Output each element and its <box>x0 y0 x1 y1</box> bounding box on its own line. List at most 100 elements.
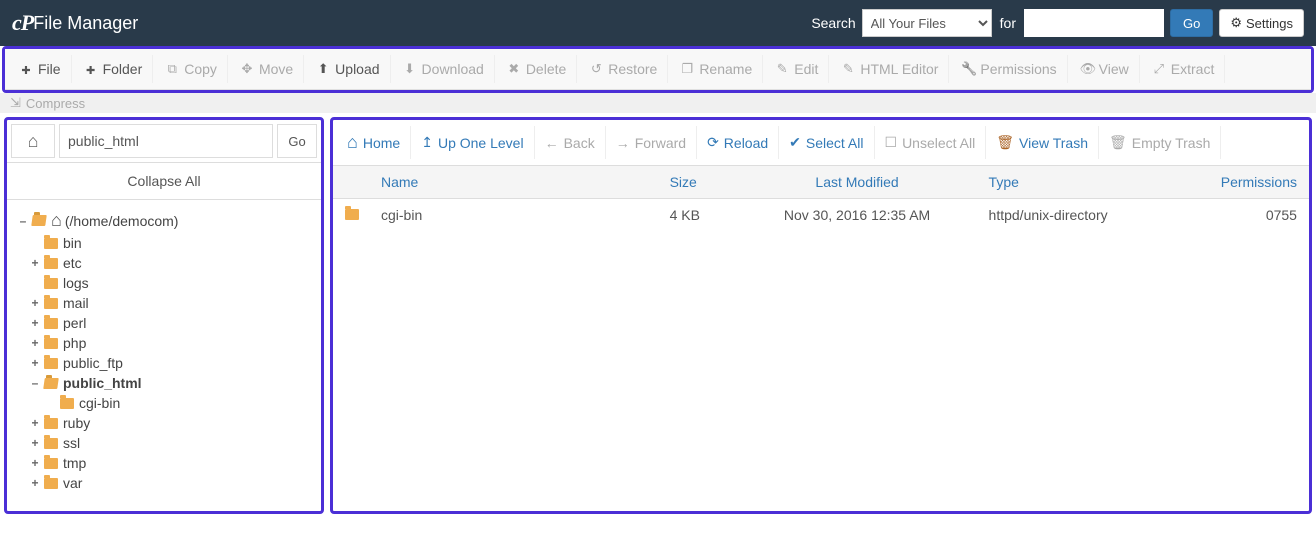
reload-icon <box>707 134 719 151</box>
view-button[interactable]: View <box>1070 55 1140 83</box>
expander-icon[interactable]: + <box>29 296 41 310</box>
view-trash-button[interactable]: View Trash <box>986 126 1099 159</box>
permissions-button[interactable]: Permissions <box>951 55 1067 83</box>
col-name[interactable]: Name <box>369 166 658 198</box>
html-editor-button[interactable]: HTML Editor <box>831 55 949 83</box>
restore-button[interactable]: Restore <box>579 55 668 83</box>
folder-open-icon <box>43 378 59 389</box>
edit-icon <box>775 61 789 77</box>
tree-item-perl[interactable]: +perl <box>29 313 315 333</box>
search-scope-select[interactable]: All Your Files <box>862 9 992 37</box>
expander-icon[interactable]: – <box>17 214 29 228</box>
toolbar: File Folder Copy Move Upload Download De… <box>5 49 1311 90</box>
tree-item-label: tmp <box>63 455 86 471</box>
tree-item-php[interactable]: +php <box>29 333 315 353</box>
tree-root-label: (/home/democom) <box>65 213 179 229</box>
tree-item-bin[interactable]: bin <box>29 233 315 253</box>
gear-icon <box>1230 15 1242 31</box>
uncheck-icon <box>885 134 898 151</box>
tree-item-label: public_ftp <box>63 355 123 371</box>
path-input[interactable] <box>59 124 273 158</box>
app-title: File Manager <box>33 13 138 34</box>
col-type[interactable]: Type <box>977 166 1199 198</box>
folder-icon <box>44 238 58 249</box>
new-file-button[interactable]: File <box>9 55 72 83</box>
back-icon <box>545 135 559 151</box>
col-permissions[interactable]: Permissions <box>1199 166 1309 198</box>
expander-icon[interactable]: + <box>29 436 41 450</box>
search-input[interactable] <box>1024 9 1164 37</box>
upload-button[interactable]: Upload <box>306 55 390 83</box>
home-button[interactable]: Home <box>337 126 411 159</box>
path-go-button[interactable]: Go <box>277 124 317 158</box>
cell-size: 4 KB <box>658 199 738 231</box>
plus-icon <box>19 62 33 77</box>
tree-item-public_html[interactable]: –public_html <box>29 373 315 393</box>
expander-icon[interactable]: + <box>29 336 41 350</box>
tree-item-mail[interactable]: + mail <box>29 293 315 313</box>
plus-icon <box>84 62 98 77</box>
forward-button[interactable]: Forward <box>606 126 697 159</box>
edit-button[interactable]: Edit <box>765 55 829 83</box>
extract-button[interactable]: Extract <box>1142 55 1226 83</box>
folder-icon <box>345 209 359 220</box>
expander-icon[interactable]: + <box>29 356 41 370</box>
tree-item-label: var <box>63 475 82 491</box>
folder-icon <box>44 418 58 429</box>
expander-icon[interactable]: + <box>29 256 41 270</box>
tree-root[interactable]: – (/home/democom) <box>17 208 315 233</box>
tree-item-label: ruby <box>63 415 90 431</box>
rename-button[interactable]: Rename <box>670 55 763 83</box>
collapse-all-button[interactable]: Collapse All <box>7 163 321 200</box>
up-one-level-button[interactable]: Up One Level <box>411 126 534 159</box>
unselect-all-button[interactable]: Unselect All <box>875 126 987 159</box>
select-all-button[interactable]: Select All <box>779 126 874 159</box>
delete-icon <box>507 61 521 77</box>
tree-item-var[interactable]: + var <box>29 473 315 493</box>
move-button[interactable]: Move <box>230 55 304 83</box>
upload-icon <box>316 61 330 77</box>
main-area: Go Collapse All – (/home/democom) bin +et… <box>0 113 1316 518</box>
empty-trash-button[interactable]: Empty Trash <box>1099 126 1221 159</box>
reload-button[interactable]: Reload <box>697 126 779 159</box>
folder-icon <box>44 358 58 369</box>
tree-item-label: bin <box>63 235 82 251</box>
settings-label: Settings <box>1246 16 1293 31</box>
download-button[interactable]: Download <box>393 55 495 83</box>
tree-item-public_ftp[interactable]: + public_ftp <box>29 353 315 373</box>
restore-icon <box>589 61 603 77</box>
tree-item-label: mail <box>63 295 89 311</box>
delete-button[interactable]: Delete <box>497 55 577 83</box>
html-editor-icon <box>841 61 855 77</box>
tree-item-cgi-bin[interactable]: cgi-bin <box>45 393 315 413</box>
col-modified[interactable]: Last Modified <box>738 166 977 198</box>
folder-icon <box>60 398 74 409</box>
search-go-button[interactable]: Go <box>1170 9 1213 37</box>
back-button[interactable]: Back <box>535 126 606 159</box>
cell-modified: Nov 30, 2016 12:35 AM <box>738 199 977 231</box>
home-icon <box>51 210 62 231</box>
tree-item-ssl[interactable]: + ssl <box>29 433 315 453</box>
tree-item-ruby[interactable]: + ruby <box>29 413 315 433</box>
compress-button[interactable]: Compress <box>0 93 1316 113</box>
tree-item-label: ssl <box>63 435 80 451</box>
cell-type: httpd/unix-directory <box>977 199 1199 231</box>
expander-icon[interactable]: + <box>29 416 41 430</box>
expander-icon[interactable]: + <box>29 456 41 470</box>
table-row[interactable]: cgi-bin4 KBNov 30, 2016 12:35 AMhttpd/un… <box>333 199 1309 231</box>
settings-button[interactable]: Settings <box>1219 9 1304 37</box>
expander-icon[interactable]: + <box>29 316 41 330</box>
download-icon <box>403 61 417 77</box>
search-label: Search <box>811 15 855 31</box>
home-icon-button[interactable] <box>11 124 55 158</box>
col-size[interactable]: Size <box>658 166 738 198</box>
tree-item-tmp[interactable]: + tmp <box>29 453 315 473</box>
copy-icon <box>165 61 179 77</box>
new-folder-button[interactable]: Folder <box>74 55 154 83</box>
cell-permissions: 0755 <box>1199 199 1309 231</box>
expander-icon[interactable]: + <box>29 476 41 490</box>
copy-button[interactable]: Copy <box>155 55 228 83</box>
tree-item-logs[interactable]: logs <box>29 273 315 293</box>
tree-item-etc[interactable]: +etc <box>29 253 315 273</box>
expander-icon[interactable]: – <box>29 376 41 390</box>
